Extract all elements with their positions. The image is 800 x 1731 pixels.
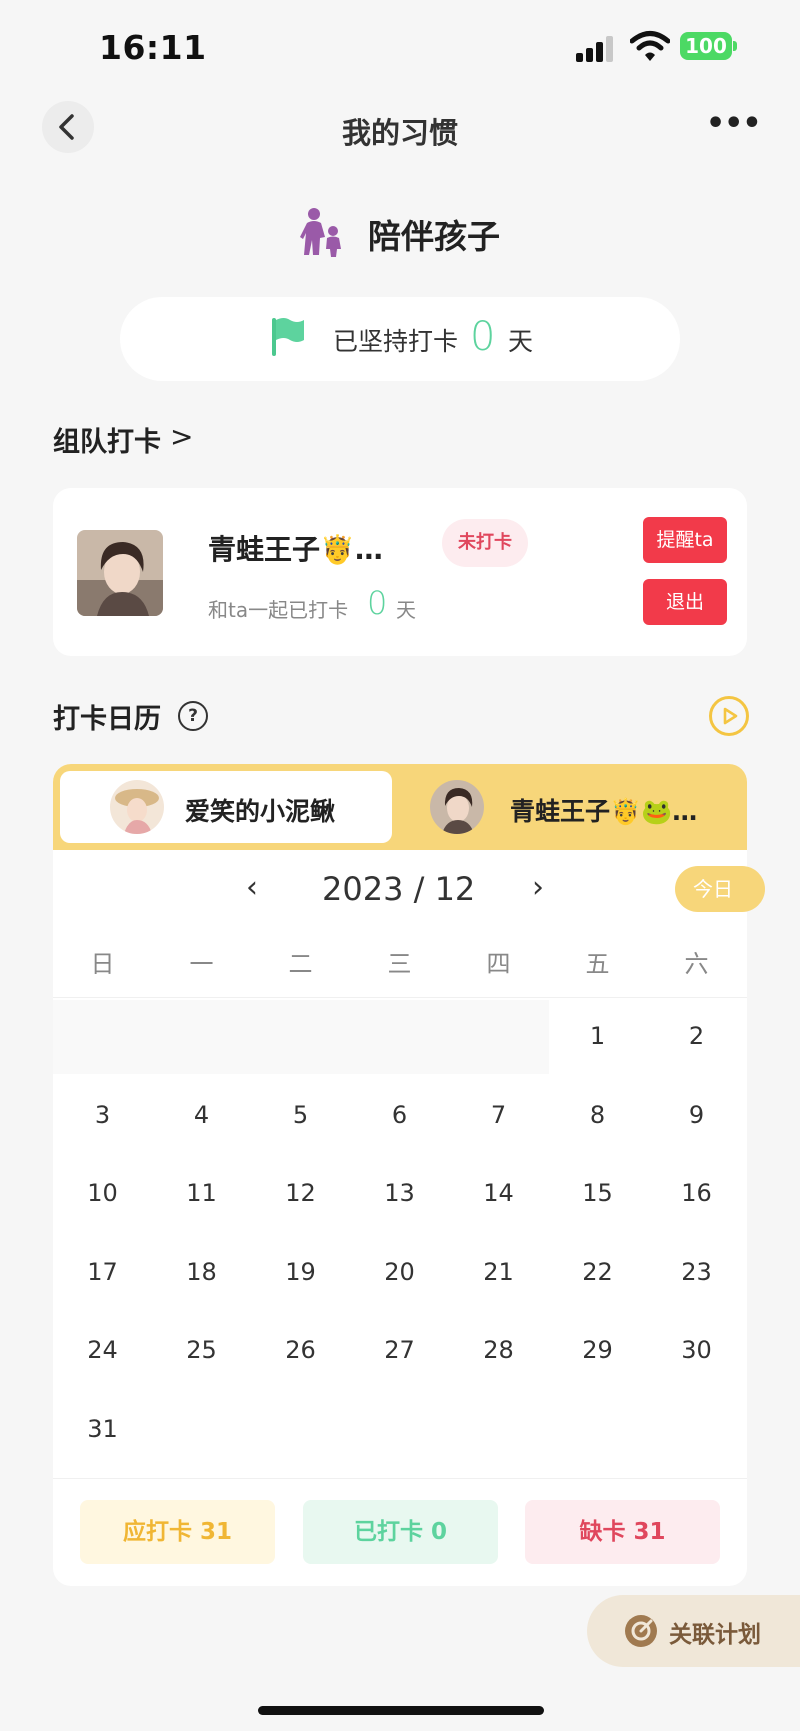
together-unit: 天	[396, 598, 416, 622]
calendar-day[interactable]: 20	[350, 1258, 449, 1286]
calendar-day[interactable]: 25	[152, 1336, 251, 1364]
previous-month-days	[53, 1000, 549, 1074]
calendar-day[interactable]: 8	[548, 1101, 647, 1129]
avatar	[430, 780, 484, 834]
calendar-day[interactable]: 27	[350, 1336, 449, 1364]
calendar-day[interactable]: 31	[53, 1415, 152, 1443]
avatar	[77, 530, 163, 616]
calendar-section-title: 打卡日历	[53, 704, 161, 735]
divider	[53, 997, 747, 998]
together-days: 0	[367, 584, 388, 622]
battery-level: 100	[680, 32, 732, 60]
done-checkin-count[interactable]: 已打卡 0	[303, 1500, 498, 1564]
calendar-day[interactable]: 29	[548, 1336, 647, 1364]
calendar-day[interactable]: 28	[449, 1336, 548, 1364]
chevron-right-icon[interactable]: >	[170, 420, 193, 453]
calendar-day[interactable]: 4	[152, 1101, 251, 1129]
remind-button[interactable]: 提醒ta	[643, 517, 727, 563]
together-label: 和ta一起已打卡	[208, 598, 349, 622]
streak-unit: 天	[508, 327, 534, 356]
flag-icon	[270, 316, 306, 358]
calendar-day[interactable]: 5	[251, 1101, 350, 1129]
calendar-day[interactable]: 17	[53, 1258, 152, 1286]
weekday-label: 日	[90, 950, 115, 978]
calendar-day[interactable]: 10	[53, 1179, 152, 1207]
play-icon[interactable]	[709, 696, 749, 736]
calendar-day[interactable]: 7	[449, 1101, 548, 1129]
calendar-day[interactable]: 19	[251, 1258, 350, 1286]
wifi-icon	[629, 30, 671, 62]
link-plan-label: 关联计划	[669, 1622, 761, 1648]
more-menu-button[interactable]: •••	[706, 109, 762, 144]
missed-checkin-count[interactable]: 缺卡 31	[525, 1500, 720, 1564]
user-tab-self-name: 爱笑的小泥鳅	[185, 797, 336, 826]
avatar	[110, 780, 164, 834]
help-icon[interactable]: ?	[178, 701, 208, 731]
calendar-day[interactable]: 30	[647, 1336, 746, 1364]
user-tab-partner-name[interactable]: 青蛙王子🤴🐸…	[510, 792, 697, 828]
today-button[interactable]: 今日	[675, 866, 765, 912]
calendar-day[interactable]: 24	[53, 1336, 152, 1364]
weekday-label: 五	[585, 950, 610, 978]
calendar-day[interactable]: 26	[251, 1336, 350, 1364]
weekday-label: 三	[387, 950, 412, 978]
calendar-day[interactable]: 18	[152, 1258, 251, 1286]
calendar-day[interactable]: 21	[449, 1258, 548, 1286]
calendar-day[interactable]: 15	[548, 1179, 647, 1207]
target-icon	[625, 1615, 657, 1647]
weekday-label: 二	[288, 950, 313, 978]
next-month-button[interactable]: ›	[532, 870, 544, 905]
calendar-day[interactable]: 12	[251, 1179, 350, 1207]
streak-label: 已坚持打卡	[333, 327, 459, 356]
weekday-header: 日 一 二 三 四 五 六	[53, 944, 747, 984]
weekday-label: 四	[486, 950, 511, 978]
calendar-day[interactable]: 2	[647, 1022, 746, 1050]
calendar-day[interactable]: 9	[647, 1101, 746, 1129]
should-checkin-count[interactable]: 应打卡 31	[80, 1500, 275, 1564]
divider	[53, 1478, 747, 1479]
calendar-day[interactable]: 1	[548, 1022, 647, 1050]
member-name: 青蛙王子🤴…	[208, 533, 383, 566]
month-label: 2023 / 12	[322, 870, 476, 908]
calendar-day[interactable]: 23	[647, 1258, 746, 1286]
calendar-day[interactable]: 16	[647, 1179, 746, 1207]
calendar-day[interactable]: 6	[350, 1101, 449, 1129]
prev-month-button[interactable]: ‹	[246, 870, 258, 905]
home-indicator	[258, 1706, 544, 1715]
calendar-day[interactable]: 22	[548, 1258, 647, 1286]
team-section-title[interactable]: 组队打卡	[53, 420, 161, 459]
quit-button[interactable]: 退出	[643, 579, 727, 625]
habit-name: 陪伴孩子	[368, 217, 500, 256]
calendar-day[interactable]: 3	[53, 1101, 152, 1129]
calendar-day[interactable]: 13	[350, 1179, 449, 1207]
calendar-day[interactable]: 11	[152, 1179, 251, 1207]
cellular-signal-icon	[576, 36, 616, 62]
status-badge: 未打卡	[442, 519, 528, 567]
weekday-label: 六	[684, 950, 709, 978]
status-time: 16:11	[99, 28, 207, 67]
parent-child-icon	[300, 207, 344, 257]
streak-days: 0	[470, 314, 496, 360]
battery-icon: 100	[680, 32, 737, 60]
page-title: 我的习惯	[341, 116, 458, 150]
calendar-day[interactable]: 14	[449, 1179, 548, 1207]
weekday-label: 一	[189, 950, 214, 978]
